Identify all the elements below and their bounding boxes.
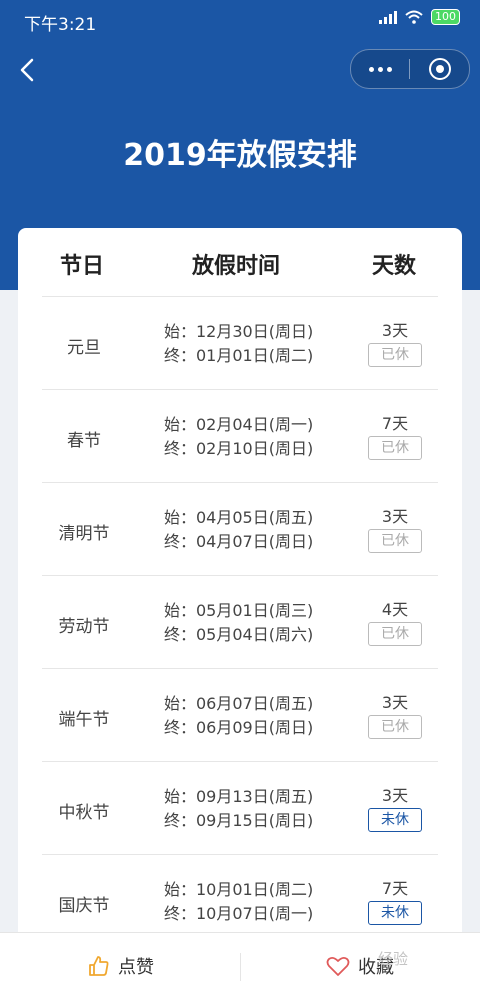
holiday-name: 元旦 <box>67 338 101 358</box>
wifi-icon <box>405 10 423 24</box>
day-count: 7天 <box>381 414 409 433</box>
holiday-name: 国庆节 <box>58 896 110 916</box>
more-dots-icon[interactable] <box>351 50 409 88</box>
holiday-table-card: 节日 放假时间 天数 元旦 始：12月30日(周日) 终：01月01日(周二) … <box>18 228 462 988</box>
page-title: 2019年放假安排 <box>123 138 357 173</box>
end-date: 终：05月04日(周六) <box>164 625 314 644</box>
header-period: 放假时间 <box>192 254 281 279</box>
table-row: 春节 始：02月04日(周一) 终：02月10日(周日) 7天 已休 <box>42 390 438 483</box>
status-badge: 未休 <box>368 901 422 925</box>
status-badge: 已休 <box>368 715 422 739</box>
status-badge: 已休 <box>368 343 422 367</box>
status-badge: 已休 <box>368 529 422 553</box>
end-date: 终：04月07日(周日) <box>164 532 314 551</box>
heart-icon <box>326 956 350 976</box>
holiday-dates: 始：04月05日(周五) 终：04月07日(周日) <box>164 506 313 554</box>
table-row: 清明节 始：04月05日(周五) 终：04月07日(周日) 3天 已休 <box>42 483 438 576</box>
start-date: 始：04月05日(周五) <box>164 508 314 527</box>
status-time: 下午3:21 <box>24 15 97 35</box>
status-badge: 已休 <box>368 436 422 460</box>
table-row: 劳动节 始：05月01日(周三) 终：05月04日(周六) 4天 已休 <box>42 576 438 669</box>
start-date: 始：09月13日(周五) <box>164 787 314 806</box>
end-date: 终：10月07日(周一) <box>164 904 314 923</box>
end-date: 终：02月10日(周日) <box>164 439 314 458</box>
status-badge: 已休 <box>368 622 422 646</box>
holiday-dates: 始：09月13日(周五) 终：09月15日(周日) <box>164 785 313 833</box>
status-bar: 下午3:21 100 <box>0 0 480 40</box>
day-count: 3天 <box>381 507 409 526</box>
start-date: 始：12月30日(周日) <box>164 322 314 341</box>
table-row: 端午节 始：06月07日(周五) 终：06月09日(周日) 3天 已休 <box>42 669 438 762</box>
start-date: 始：05月01日(周三) <box>164 601 314 620</box>
end-date: 终：01月01日(周二) <box>164 346 314 365</box>
holiday-dates: 始：10月01日(周二) 终：10月07日(周一) <box>164 878 313 926</box>
holiday-name: 劳动节 <box>58 617 110 637</box>
capsule-divider <box>409 59 410 79</box>
like-button[interactable]: 点赞 <box>88 953 154 979</box>
table-row: 元旦 始：12月30日(周日) 终：01月01日(周二) 3天 已休 <box>42 297 438 390</box>
header-days: 天数 <box>372 254 417 279</box>
battery-icon: 100 <box>431 9 460 25</box>
holiday-dates: 始：05月01日(周三) 终：05月04日(周六) <box>164 599 313 647</box>
day-count: 4天 <box>381 600 409 619</box>
end-date: 终：09月15日(周日) <box>164 811 314 830</box>
signal-icon <box>379 10 397 24</box>
holiday-name: 清明节 <box>58 524 110 544</box>
day-count: 3天 <box>381 693 409 712</box>
target-close-icon[interactable] <box>429 58 451 80</box>
back-chevron-icon[interactable] <box>14 54 42 86</box>
start-date: 始：10月01日(周二) <box>164 880 314 899</box>
day-count: 3天 <box>381 786 409 805</box>
start-date: 始：06月07日(周五) <box>164 694 314 713</box>
holiday-dates: 始：06月07日(周五) 终：06月09日(周日) <box>164 692 313 740</box>
day-count: 3天 <box>381 321 409 340</box>
day-count: 7天 <box>381 879 409 898</box>
status-indicators: 100 <box>379 9 460 25</box>
status-badge: 未休 <box>368 808 422 832</box>
bottom-divider <box>240 953 241 981</box>
thumbs-up-icon <box>89 956 109 976</box>
holiday-dates: 始：12月30日(周日) 终：01月01日(周二) <box>164 320 313 368</box>
table-row: 中秋节 始：09月13日(周五) 终：09月15日(周日) 3天 未休 <box>42 762 438 855</box>
holiday-name: 春节 <box>67 431 101 451</box>
header-holiday: 节日 <box>60 254 105 279</box>
holiday-dates: 始：02月04日(周一) 终：02月10日(周日) <box>164 413 313 461</box>
miniprogram-capsule <box>350 49 470 89</box>
holiday-name: 中秋节 <box>58 803 110 823</box>
watermark: 经验 <box>378 950 409 968</box>
start-date: 始：02月04日(周一) <box>164 415 314 434</box>
holiday-name: 端午节 <box>58 710 110 730</box>
table-header: 节日 放假时间 天数 <box>42 228 438 297</box>
end-date: 终：06月09日(周日) <box>164 718 314 737</box>
like-label: 点赞 <box>118 957 154 978</box>
